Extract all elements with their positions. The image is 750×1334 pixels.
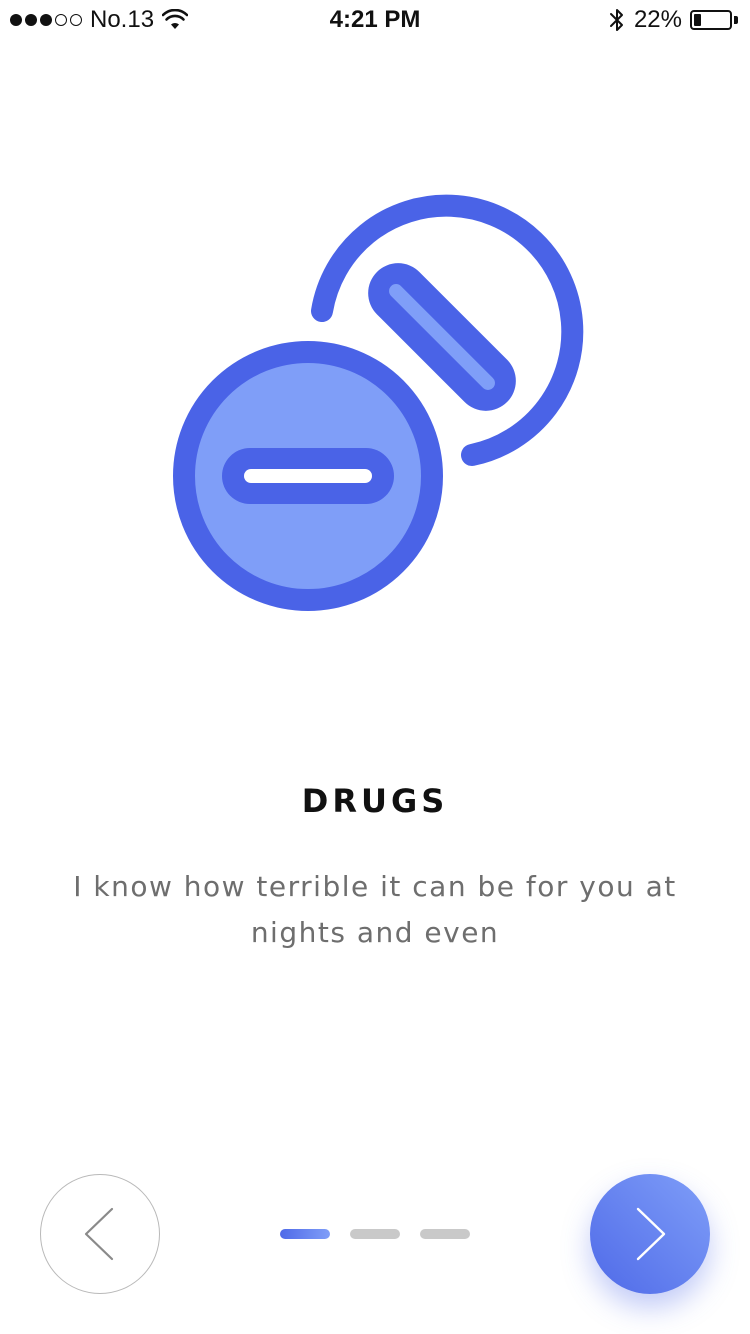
battery-percent: 22% <box>633 6 682 33</box>
status-right: 22% <box>608 6 738 34</box>
pills-icon <box>173 194 584 611</box>
front-pill-groove-highlight <box>244 469 372 483</box>
carrier-name: No.13 <box>90 6 155 33</box>
chevron-left-icon <box>84 1207 114 1261</box>
bluetooth-icon <box>609 9 623 31</box>
status-bar: No.13 4:21 PM 22% <box>0 0 750 40</box>
battery-icon <box>690 9 738 31</box>
page-description: I know how terrible it can be for you at… <box>73 870 677 949</box>
previous-button[interactable] <box>40 1174 160 1294</box>
page-dot-1[interactable] <box>280 1229 330 1239</box>
page-dot-3[interactable] <box>420 1229 470 1239</box>
page-indicator <box>280 1229 470 1239</box>
page-dot-2[interactable] <box>350 1229 400 1239</box>
page-title: DRUGS <box>301 782 449 820</box>
status-left: No.13 <box>10 6 189 34</box>
battery-fill <box>694 14 701 26</box>
wifi-icon <box>162 9 189 29</box>
next-button[interactable] <box>590 1174 710 1294</box>
signal-strength-icon <box>10 14 82 26</box>
chevron-right-icon <box>636 1207 666 1261</box>
